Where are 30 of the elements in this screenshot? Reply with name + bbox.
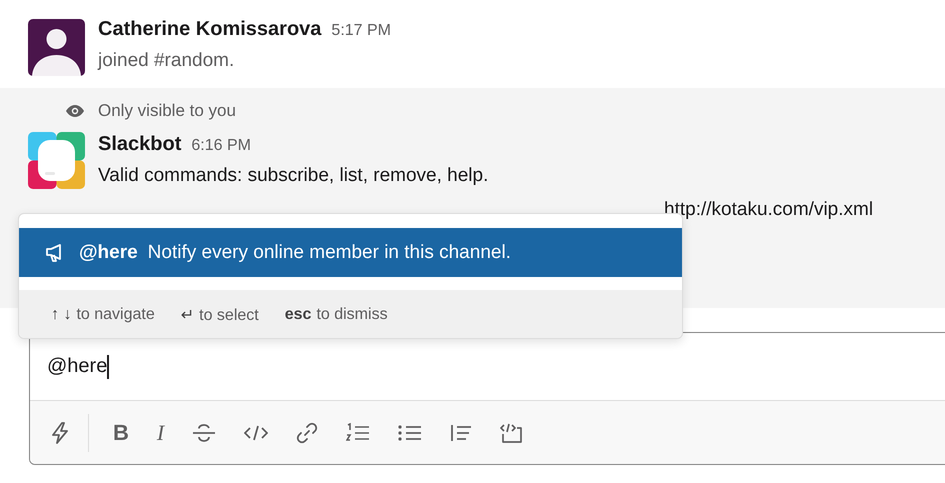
eye-icon: [66, 105, 84, 117]
message-text: joined #random.: [98, 49, 236, 73]
message-text: Valid commands: subscribe, list, remove, help.: [98, 164, 490, 188]
strikethrough-icon[interactable]: [192, 423, 216, 443]
lightning-icon[interactable]: [50, 422, 70, 444]
code-block-icon[interactable]: [500, 423, 522, 443]
mention-description: Notify every online member in this channel.: [148, 242, 511, 264]
hint-text: to select: [199, 307, 259, 324]
numbered-list-icon[interactable]: [346, 423, 370, 443]
bulleted-list-icon[interactable]: [398, 424, 422, 442]
hint-text: to dismiss: [316, 306, 388, 323]
visibility-note: Only visible to you: [98, 101, 236, 121]
hint-text: to navigate: [76, 306, 155, 323]
mention-option[interactable]: @here Notify every online member in this channel.: [19, 228, 682, 277]
timestamp[interactable]: 5:17 PM: [331, 22, 392, 40]
mention-name: @here: [79, 242, 138, 264]
timestamp[interactable]: 6:16 PM: [191, 137, 251, 155]
author-name[interactable]: Slackbot: [98, 133, 182, 156]
key-hint: ↑ ↓: [51, 306, 72, 323]
bold-button[interactable]: B: [113, 420, 129, 446]
blockquote-icon[interactable]: [450, 424, 472, 442]
bot-avatar: [28, 132, 85, 189]
key-hint: esc: [284, 306, 312, 323]
code-icon[interactable]: [244, 425, 268, 441]
link-icon[interactable]: [296, 422, 318, 444]
message-text[interactable]: http://kotaku.com/vip.xml: [664, 199, 874, 220]
avatar: [28, 19, 85, 76]
author-name[interactable]: Catherine Komissarova: [98, 18, 322, 41]
key-hint: ↵: [180, 307, 194, 324]
italic-button[interactable]: I: [156, 420, 164, 446]
